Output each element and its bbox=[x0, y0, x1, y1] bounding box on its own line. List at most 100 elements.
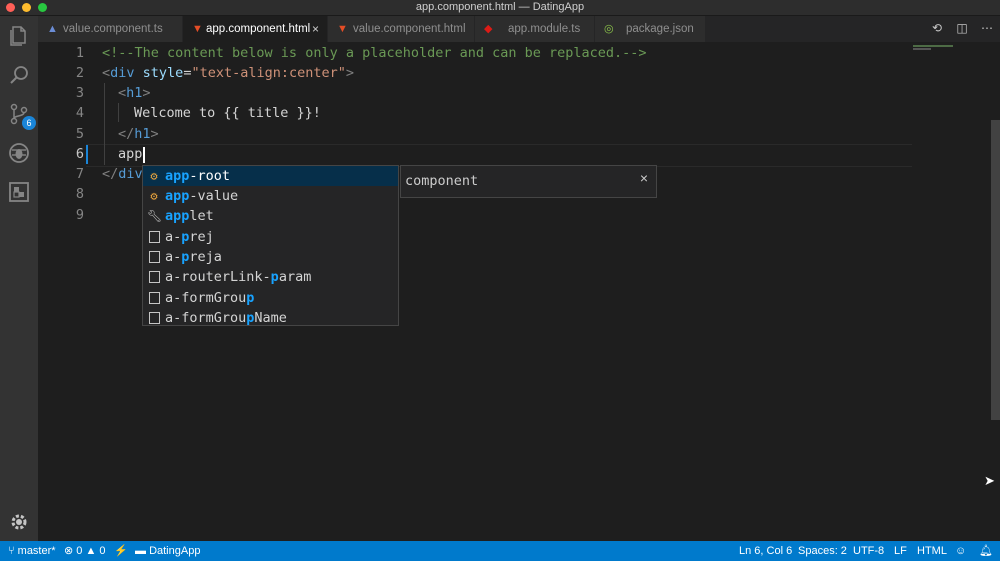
problems-indicator[interactable]: ⊗ 0 ▲ 0 bbox=[64, 541, 106, 561]
suggestion-detail-text: component bbox=[405, 173, 479, 189]
snippet-icon bbox=[147, 308, 161, 330]
tag-close: > bbox=[345, 65, 355, 81]
extensions-icon[interactable] bbox=[7, 180, 31, 204]
tag-open: </ bbox=[102, 166, 119, 182]
attribute-name: style bbox=[134, 65, 184, 81]
live-share-icon[interactable]: ⚡ bbox=[114, 541, 128, 561]
close-details-button[interactable]: × bbox=[640, 170, 648, 186]
minimap[interactable] bbox=[913, 45, 953, 47]
code-line-5: </h1> bbox=[118, 126, 159, 142]
minimap-line bbox=[913, 48, 931, 50]
window-title: app.component.html — DatingApp bbox=[415, 1, 585, 13]
suggestion-item[interactable]: a-preja bbox=[143, 247, 398, 267]
html-icon: ▼ bbox=[192, 23, 203, 35]
tab-package-json[interactable]: ◎ package.json bbox=[595, 16, 706, 42]
pre-text: a-routerLink- bbox=[165, 269, 271, 285]
error-count: 0 bbox=[76, 545, 83, 557]
typed-text: app bbox=[118, 146, 143, 162]
pre-text: a- bbox=[165, 249, 182, 265]
gear-icon[interactable] bbox=[7, 510, 31, 534]
line-number: 9 bbox=[75, 207, 84, 223]
snippet-icon bbox=[147, 288, 161, 310]
encoding[interactable]: UTF-8 bbox=[853, 541, 884, 561]
rest-text: let bbox=[189, 208, 214, 224]
notifications-icon[interactable]: 🔔︎ bbox=[979, 541, 993, 561]
branch-indicator[interactable]: ⑂ master* bbox=[8, 541, 56, 561]
source-control-icon[interactable]: 6 bbox=[7, 102, 36, 130]
line-number: 2 bbox=[75, 65, 84, 81]
code-line-4: Welcome to {{ title }}! bbox=[134, 105, 321, 121]
language-mode[interactable]: HTML bbox=[917, 541, 947, 561]
line-number: 5 bbox=[75, 126, 84, 142]
tab-label: value.component.ts bbox=[63, 23, 163, 35]
split-editor-icon[interactable]: ◫ bbox=[954, 20, 970, 36]
suggestion-item[interactable]: a-prej bbox=[143, 227, 398, 247]
snippet-icon bbox=[147, 247, 161, 269]
json-icon: ◎ bbox=[604, 23, 614, 35]
tab-app-module-ts[interactable]: ◆ app.module.ts bbox=[475, 16, 595, 42]
search-icon[interactable] bbox=[7, 63, 31, 87]
tab-label: app.module.ts bbox=[508, 23, 581, 35]
line-number: 3 bbox=[75, 85, 84, 101]
rest-text: -value bbox=[189, 188, 239, 204]
code-line-7: </div bbox=[102, 166, 143, 182]
line-number: 6 bbox=[75, 146, 84, 162]
rest-text: rej bbox=[189, 229, 214, 245]
suggestion-item[interactable]: 🔧︎ applet bbox=[143, 206, 398, 226]
pre-text: a- bbox=[165, 229, 182, 245]
wrench-icon: 🔧︎ bbox=[147, 209, 163, 223]
source-control-badge: 6 bbox=[22, 116, 36, 130]
code-line-3: <h1> bbox=[118, 85, 151, 101]
tag-name: h1 bbox=[126, 85, 143, 101]
more-actions-icon[interactable]: ⋯ bbox=[979, 20, 995, 36]
status-bar: ⑂ master* ⊗ 0 ▲ 0 ⚡ ▬ DatingApp Ln 6, Co… bbox=[0, 541, 1000, 561]
match-text: p bbox=[270, 269, 279, 285]
suggestion-item[interactable]: a-formGroupName bbox=[143, 308, 398, 328]
mouse-pointer-icon: ➤ bbox=[984, 473, 995, 488]
suggestion-item[interactable]: a-routerLink-param bbox=[143, 267, 398, 287]
cursor-position[interactable]: Ln 6, Col 6 bbox=[739, 541, 792, 561]
tag-open: </ bbox=[118, 126, 135, 142]
close-tab-button[interactable]: × bbox=[312, 16, 319, 42]
line-number: 4 bbox=[75, 105, 84, 121]
indent-guide bbox=[118, 103, 119, 122]
snippet-icon bbox=[147, 227, 161, 249]
folder-name: DatingApp bbox=[149, 545, 201, 557]
code-line-2: <div style="text-align:center"> bbox=[102, 65, 354, 81]
rest-text: reja bbox=[189, 249, 222, 265]
tag-close: > bbox=[142, 85, 151, 101]
feedback-icon[interactable]: ☺ bbox=[955, 541, 966, 561]
indentation[interactable]: Spaces: 2 bbox=[798, 541, 847, 561]
tab-label: value.component.html bbox=[353, 23, 466, 35]
tag-close: > bbox=[150, 126, 159, 142]
tab-app-component-html[interactable]: ▼ app.component.html × bbox=[183, 16, 328, 42]
current-line-highlight bbox=[86, 144, 912, 167]
line-number: 8 bbox=[75, 186, 84, 202]
open-changes-icon[interactable]: ⟲ bbox=[929, 20, 945, 36]
line-number: 7 bbox=[75, 166, 84, 182]
suggestion-item[interactable]: ⚙ app-root bbox=[143, 166, 398, 186]
folder-indicator[interactable]: ▬ DatingApp bbox=[135, 541, 200, 561]
rest-text: Name bbox=[254, 310, 287, 326]
code-line-1: <!--The content below is only a placehol… bbox=[102, 45, 647, 61]
line-ending[interactable]: LF bbox=[894, 541, 907, 561]
activity-bar: 6 bbox=[0, 16, 38, 541]
warning-count: 0 bbox=[99, 545, 106, 557]
debug-icon[interactable] bbox=[7, 141, 31, 165]
tag-name: div bbox=[110, 65, 135, 81]
code-line-6: app bbox=[118, 146, 142, 162]
angular-icon: ◆ bbox=[484, 23, 493, 35]
html-icon: ▼ bbox=[337, 23, 348, 35]
suggestion-item[interactable]: ⚙ app-value bbox=[143, 186, 398, 206]
tag-name: div bbox=[118, 166, 143, 182]
tab-value-component-html[interactable]: ▼ value.component.html bbox=[328, 16, 475, 42]
match-text: app bbox=[165, 208, 190, 224]
match-text: app bbox=[165, 168, 190, 184]
tab-value-component-ts[interactable]: ▲ value.component.ts bbox=[38, 16, 183, 42]
vertical-scrollbar[interactable] bbox=[991, 120, 1000, 420]
line-number: 1 bbox=[75, 45, 84, 61]
tag-name: h1 bbox=[134, 126, 151, 142]
files-icon[interactable] bbox=[7, 24, 31, 48]
pre-text: a-formGrou bbox=[165, 290, 247, 306]
suggestion-item[interactable]: a-formGroup bbox=[143, 288, 398, 308]
